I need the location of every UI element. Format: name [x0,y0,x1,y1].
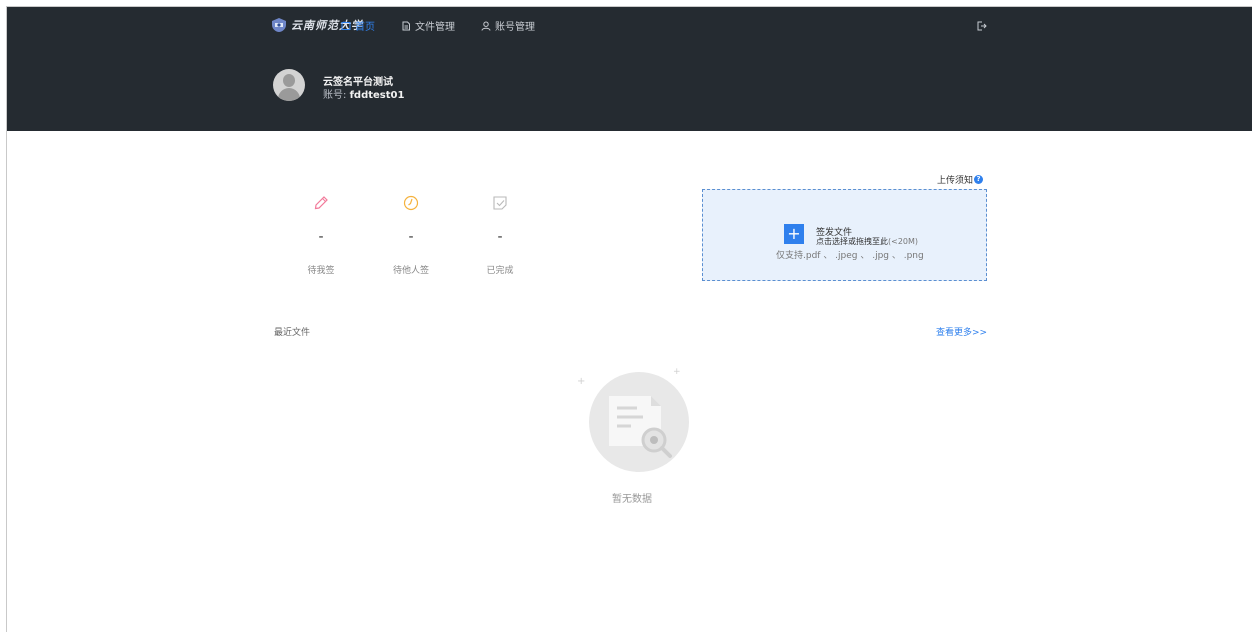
nav-home-label: 首页 [355,22,375,33]
top-header: 云南师范大学 首页 文件管理 账号管理 云签名平台测试 账号: fddtest0… [7,7,1252,131]
stat-pending-others-value: - [408,229,414,245]
home-icon [341,21,351,30]
nav-account-management-label: 账号管理 [495,22,535,33]
upload-formats: 仅支持.pdf 、 .jpeg 、 .jpg 、 .png [776,251,924,261]
clock-icon [403,195,419,211]
nav-account-management[interactable]: 账号管理 [481,18,535,33]
upload-size-limit: (<20M) [888,237,919,246]
view-more-link[interactable]: 查看更多>> [936,325,987,338]
recent-files-title: 最近文件 [274,328,311,338]
upload-hint: 点击选择或拖拽至此(<20M) [816,236,918,247]
user-account: 账号: fddtest01 [323,86,404,101]
account-label: 账号: [323,90,347,101]
stat-pending-others-label: 待他人签 [392,266,429,276]
nav-file-management[interactable]: 文件管理 [401,18,455,33]
upload-hint-text: 点击选择或拖拽至此 [816,237,888,246]
document-icon [402,21,410,30]
help-icon[interactable]: ? [974,175,984,184]
account-value: fddtest01 [349,90,405,101]
upload-notice-link[interactable]: 上传须知 ? [937,173,984,186]
empty-state-text: 暂无数据 [612,494,652,505]
stat-completed[interactable]: - 已完成 [470,195,530,276]
stat-pending-me[interactable]: - 待我签 [291,195,351,276]
logout-icon[interactable] [977,21,987,31]
user-icon [481,21,491,31]
check-note-icon [493,196,507,210]
nav-home[interactable]: 首页 [341,18,375,33]
stat-pending-me-value: - [318,229,324,245]
plus-icon[interactable]: + [784,224,804,244]
avatar-head-shape [283,74,295,87]
stat-pending-me-label: 待我签 [307,266,335,276]
stat-pending-others[interactable]: - 待他人签 [381,195,441,276]
svg-text:+: + [673,367,681,377]
nav-file-management-label: 文件管理 [415,22,455,33]
stat-completed-value: - [497,229,503,245]
upload-notice-label: 上传须知 [937,176,974,186]
pencil-icon [314,196,328,210]
avatar[interactable] [273,69,305,101]
university-emblem-icon [272,18,286,32]
app-window: 云南师范大学 首页 文件管理 账号管理 云签名平台测试 账号: fddtest0… [6,6,1252,632]
empty-state-illustration-icon: + + [577,367,689,472]
svg-text:+: + [577,376,585,387]
upload-dropzone[interactable]: + 签发文件 点击选择或拖拽至此(<20M) 仅支持.pdf 、 .jpeg 、… [702,189,987,281]
stat-completed-label: 已完成 [486,266,514,276]
avatar-body-shape [278,88,300,101]
